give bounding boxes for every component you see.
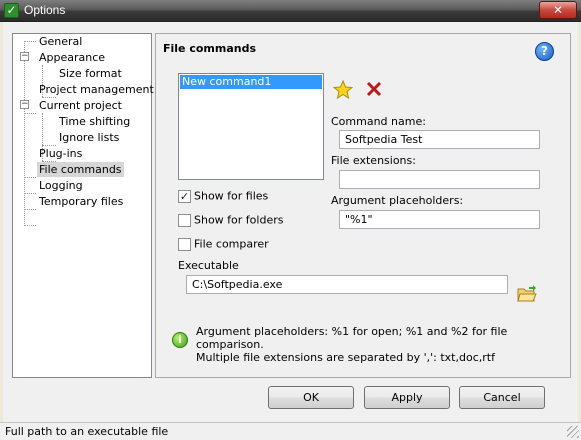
apply-button[interactable]: Apply	[364, 386, 450, 409]
info-icon: i	[172, 332, 188, 348]
app-icon: ✓	[4, 3, 19, 18]
command-name-label: Command name:	[331, 115, 426, 128]
delete-x-icon	[366, 81, 382, 97]
tree-connector	[24, 41, 36, 42]
tree-item-size-format[interactable]: Size format	[57, 66, 124, 81]
browse-button[interactable]	[516, 285, 538, 305]
resize-grip[interactable]	[567, 426, 579, 438]
tree-item-temporary-files[interactable]: Temporary files	[37, 194, 125, 209]
tree-connector	[24, 193, 36, 194]
tree-connector	[24, 177, 36, 178]
folder-open-icon	[517, 285, 537, 302]
info-line-1: Argument placeholders: %1 for open; %1 a…	[196, 325, 508, 351]
tree-item-project-management[interactable]: Project management	[37, 82, 156, 97]
tree-connector	[24, 225, 36, 226]
list-item[interactable]: New command1	[180, 75, 322, 89]
tree-connector	[24, 41, 25, 226]
executable-label: Executable	[178, 259, 239, 272]
show-for-files-checkbox[interactable]: ✓ Show for files	[178, 188, 268, 203]
file-extensions-label: File extensions:	[331, 154, 416, 167]
panel-title: File commands	[163, 42, 257, 55]
commands-list[interactable]: New command1	[178, 73, 324, 180]
tree-item-appearance[interactable]: Appearance	[37, 50, 107, 65]
tree-item-logging[interactable]: Logging	[37, 178, 85, 193]
file-commands-panel: File commands ? New command1 Command nam…	[155, 33, 571, 378]
checkbox-unchecked[interactable]	[178, 237, 191, 251]
collapse-appearance-icon[interactable]: −	[20, 52, 29, 61]
checkbox-checked[interactable]: ✓	[178, 189, 191, 203]
command-name-input[interactable]: Softpedia Test	[339, 130, 540, 149]
executable-input[interactable]: C:\Softpedia.exe	[186, 275, 508, 294]
argument-placeholders-label: Argument placeholders:	[331, 194, 464, 207]
tree-connector	[24, 113, 36, 114]
cancel-button[interactable]: Cancel	[459, 386, 545, 409]
show-for-files-label: Show for files	[194, 189, 269, 203]
file-extensions-input[interactable]	[339, 170, 540, 189]
tree-item-plug-ins[interactable]: Plug-ins	[37, 146, 84, 161]
tree-item-time-shifting[interactable]: Time shifting	[57, 114, 132, 129]
title-bar: ✓ Options ✕	[0, 0, 581, 22]
tree-item-ignore-lists[interactable]: Ignore lists	[57, 130, 121, 145]
delete-command-button[interactable]	[362, 80, 386, 102]
collapse-current-project-icon[interactable]: −	[20, 100, 29, 109]
add-command-button[interactable]	[331, 79, 355, 102]
info-line-2: Multiple file extensions are separated b…	[196, 351, 495, 364]
show-for-folders-checkbox[interactable]: Show for folders	[178, 212, 283, 227]
checkbox-unchecked[interactable]	[178, 213, 191, 227]
tree-item-general[interactable]: General	[37, 34, 84, 49]
tree-connector	[24, 209, 36, 210]
info-text: Argument placeholders: %1 for open; %1 a…	[196, 325, 570, 364]
dialog-body: − − General Appearance Size format Proje…	[3, 22, 578, 422]
tree-item-file-commands[interactable]: File commands	[37, 162, 124, 177]
file-comparer-label: File comparer	[194, 237, 269, 251]
tree-item-current-project[interactable]: Current project	[37, 98, 124, 113]
show-for-folders-label: Show for folders	[194, 213, 284, 227]
argument-placeholders-input[interactable]: "%1"	[339, 210, 540, 229]
window-title: Options	[24, 3, 66, 17]
ok-button[interactable]: OK	[268, 386, 354, 409]
status-bar: Full path to an executable file	[0, 422, 581, 440]
star-add-icon	[332, 79, 354, 100]
file-comparer-checkbox[interactable]: File comparer	[178, 236, 269, 251]
close-button[interactable]: ✕	[539, 1, 577, 19]
options-tree[interactable]: − − General Appearance Size format Proje…	[12, 33, 154, 378]
help-icon[interactable]: ?	[535, 42, 554, 61]
status-text: Full path to an executable file	[5, 425, 169, 438]
